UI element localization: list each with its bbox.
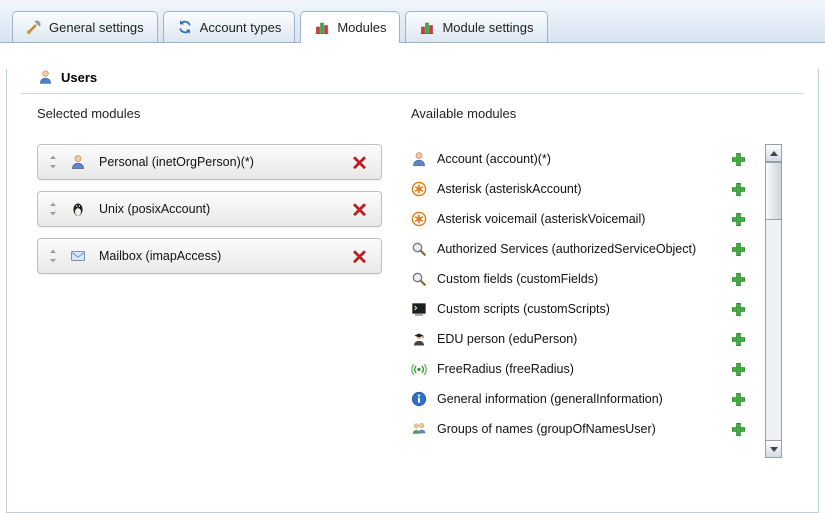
add-module-button[interactable] bbox=[731, 362, 746, 377]
person-icon bbox=[70, 154, 86, 170]
graduate-icon bbox=[411, 331, 427, 347]
delete-icon bbox=[352, 249, 367, 264]
add-icon bbox=[731, 392, 746, 407]
available-modules-heading: Available modules bbox=[411, 106, 782, 121]
available-module-row: General information (generalInformation) bbox=[411, 384, 746, 414]
scrollbar[interactable] bbox=[765, 144, 782, 458]
selected-modules-column: Selected modules Personal (inetOrgPerson… bbox=[37, 106, 382, 444]
add-module-button[interactable] bbox=[731, 182, 746, 197]
module-label: Custom fields (customFields) bbox=[437, 272, 598, 286]
add-module-button[interactable] bbox=[731, 152, 746, 167]
chart-icon bbox=[419, 19, 435, 35]
tools-icon bbox=[26, 19, 42, 35]
modules-columns: Selected modules Personal (inetOrgPerson… bbox=[37, 106, 782, 444]
add-icon bbox=[731, 302, 746, 317]
module-label: Authorized Services (authorizedServiceOb… bbox=[437, 242, 696, 256]
drag-handle-icon[interactable] bbox=[48, 201, 58, 217]
tab-label: Modules bbox=[337, 20, 386, 35]
available-module-row: Authorized Services (authorizedServiceOb… bbox=[411, 234, 746, 264]
divider bbox=[21, 93, 804, 94]
module-label: Account (account)(*) bbox=[437, 152, 551, 166]
available-module-row: Custom scripts (customScripts) bbox=[411, 294, 746, 324]
selected-module-row[interactable]: Personal (inetOrgPerson)(*) bbox=[37, 144, 382, 180]
add-icon bbox=[731, 212, 746, 227]
info-icon bbox=[411, 391, 427, 407]
remove-module-button[interactable] bbox=[352, 249, 371, 264]
magnifier-icon bbox=[411, 241, 427, 257]
available-module-row: FreeRadius (freeRadius) bbox=[411, 354, 746, 384]
section-title: Users bbox=[61, 70, 97, 85]
tab-account-types[interactable]: Account types bbox=[163, 11, 296, 42]
tab-general-settings[interactable]: General settings bbox=[12, 11, 158, 42]
add-icon bbox=[731, 362, 746, 377]
remove-module-button[interactable] bbox=[352, 202, 371, 217]
module-label: Mailbox (imapAccess) bbox=[99, 249, 221, 263]
module-label: Custom scripts (customScripts) bbox=[437, 302, 610, 316]
up-arrow-icon bbox=[770, 151, 778, 156]
add-module-button[interactable] bbox=[731, 392, 746, 407]
drag-handle-icon[interactable] bbox=[48, 248, 58, 264]
available-module-row: Asterisk (asteriskAccount) bbox=[411, 174, 746, 204]
asterisk-icon bbox=[411, 181, 427, 197]
add-icon bbox=[731, 422, 746, 437]
available-module-row: EDU person (eduPerson) bbox=[411, 324, 746, 354]
module-label: Groups of names (groupOfNamesUser) bbox=[437, 422, 656, 436]
available-module-row: Custom fields (customFields) bbox=[411, 264, 746, 294]
module-label: Asterisk (asteriskAccount) bbox=[437, 182, 581, 196]
available-module-row: Account (account)(*) bbox=[411, 144, 746, 174]
add-module-button[interactable] bbox=[731, 212, 746, 227]
add-module-button[interactable] bbox=[731, 272, 746, 287]
module-label: FreeRadius (freeRadius) bbox=[437, 362, 574, 376]
available-modules-list: Account (account)(*) Asterisk (asteriskAc… bbox=[411, 144, 782, 444]
down-arrow-icon bbox=[770, 447, 778, 452]
add-module-button[interactable] bbox=[731, 302, 746, 317]
delete-icon bbox=[352, 155, 367, 170]
add-icon bbox=[731, 152, 746, 167]
scrollbar-thumb[interactable] bbox=[766, 162, 781, 220]
tab-label: General settings bbox=[49, 20, 144, 35]
selected-module-row[interactable]: Mailbox (imapAccess) bbox=[37, 238, 382, 274]
group-icon bbox=[411, 421, 427, 437]
tab-label: Account types bbox=[200, 20, 282, 35]
add-icon bbox=[731, 242, 746, 257]
module-label: Personal (inetOrgPerson)(*) bbox=[99, 155, 254, 169]
add-icon bbox=[731, 332, 746, 347]
add-icon bbox=[731, 182, 746, 197]
tab-module-settings[interactable]: Module settings bbox=[405, 11, 547, 42]
magnifier-icon bbox=[411, 271, 427, 287]
scrollbar-down-button[interactable] bbox=[766, 440, 781, 457]
selected-modules-heading: Selected modules bbox=[37, 106, 382, 121]
selected-modules-list: Personal (inetOrgPerson)(*) Unix (posixAc… bbox=[37, 144, 382, 274]
users-icon bbox=[37, 69, 53, 85]
content-panel: Users Selected modules Personal (inetOrg… bbox=[6, 69, 819, 513]
available-module-row: Asterisk voicemail (asteriskVoicemail) bbox=[411, 204, 746, 234]
section-heading: Users bbox=[37, 69, 818, 85]
person-icon bbox=[411, 151, 427, 167]
available-modules-column: Available modules Account (account)(*) As… bbox=[411, 106, 782, 444]
module-label: General information (generalInformation) bbox=[437, 392, 663, 406]
module-label: Asterisk voicemail (asteriskVoicemail) bbox=[437, 212, 645, 226]
add-module-button[interactable] bbox=[731, 332, 746, 347]
selected-module-row[interactable]: Unix (posixAccount) bbox=[37, 191, 382, 227]
add-module-button[interactable] bbox=[731, 242, 746, 257]
sync-icon bbox=[177, 19, 193, 35]
penguin-icon bbox=[70, 201, 86, 217]
scrollbar-up-button[interactable] bbox=[766, 145, 781, 162]
module-label: EDU person (eduPerson) bbox=[437, 332, 577, 346]
antenna-icon bbox=[411, 361, 427, 377]
tab-bar: General settings Account types Modules M… bbox=[0, 0, 825, 43]
asterisk-icon bbox=[411, 211, 427, 227]
remove-module-button[interactable] bbox=[352, 155, 371, 170]
drag-handle-icon[interactable] bbox=[48, 154, 58, 170]
delete-icon bbox=[352, 202, 367, 217]
available-module-row: Groups of names (groupOfNamesUser) bbox=[411, 414, 746, 444]
add-icon bbox=[731, 272, 746, 287]
terminal-icon bbox=[411, 301, 427, 317]
tab-modules[interactable]: Modules bbox=[300, 11, 400, 43]
chart-icon bbox=[314, 19, 330, 35]
module-label: Unix (posixAccount) bbox=[99, 202, 210, 216]
tab-label: Module settings bbox=[442, 20, 533, 35]
mail-icon bbox=[70, 248, 86, 264]
add-module-button[interactable] bbox=[731, 422, 746, 437]
